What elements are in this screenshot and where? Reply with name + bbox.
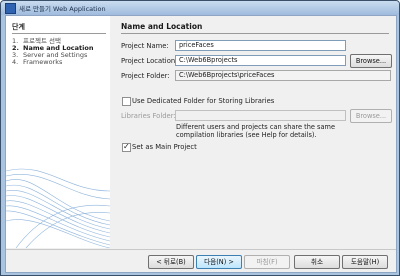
libraries-folder-label: Libraries Folder: xyxy=(121,112,176,120)
libraries-folder-input[interactable] xyxy=(175,110,346,121)
steps-header: 단계 xyxy=(12,23,25,31)
browse-location-button[interactable]: Browse... xyxy=(350,54,392,68)
steps-divider xyxy=(12,33,106,34)
dialog-body: 단계 1. 프로젝트 선택 2. Name and Location 3. Serve… xyxy=(5,15,397,273)
window-title: 새로 만들기 Web Application xyxy=(19,5,106,13)
dedicated-folder-label: Use Dedicated Folder for Storing Librari… xyxy=(132,97,275,105)
main-project-label: Set as Main Project xyxy=(132,143,197,151)
app-icon xyxy=(5,2,16,14)
name-location-panel: Name and Location Project Name: priceFac… xyxy=(110,16,396,248)
steps-panel: 단계 1. 프로젝트 선택 2. Name and Location 3. Serve… xyxy=(6,16,110,248)
wizard-window: 새로 만들기 Web Application 단계 1. 프로젝트 선택 2. Na… xyxy=(0,0,400,276)
title-bar: 새로 만들기 Web Application xyxy=(1,1,399,15)
dedicated-folder-checkbox[interactable] xyxy=(122,97,131,106)
panel-title: Name and Location xyxy=(121,22,203,31)
project-name-label: Project Name: xyxy=(121,42,169,50)
button-bar-divider xyxy=(6,249,396,250)
help-button[interactable]: 도움말(H) xyxy=(342,255,388,269)
main-project-checkbox[interactable] xyxy=(122,142,131,152)
cancel-button[interactable]: 취소 xyxy=(294,255,340,269)
next-button[interactable]: 다음(N) > xyxy=(196,255,242,269)
step-4: 4. Frameworks xyxy=(12,58,63,66)
libraries-note: Different users and projects can share t… xyxy=(176,123,336,139)
project-folder-label: Project Folder: xyxy=(121,72,170,80)
decorative-swirl-graphic xyxy=(6,168,110,248)
panel-divider xyxy=(121,33,389,34)
project-location-input[interactable]: C:\Web6Bprojects xyxy=(175,55,346,66)
back-button[interactable]: < 뒤로(B) xyxy=(148,255,194,269)
project-folder-field: C:\Web6Bprojects\priceFaces xyxy=(175,70,391,81)
project-name-input[interactable]: priceFaces xyxy=(175,40,346,51)
browse-libraries-button[interactable]: Browse... xyxy=(350,109,392,123)
steps-list: 1. 프로젝트 선택 2. Name and Location 3. Server a… xyxy=(12,38,93,66)
finish-button[interactable]: 마침(F) xyxy=(244,255,290,269)
project-location-label: Project Location: xyxy=(121,57,178,65)
